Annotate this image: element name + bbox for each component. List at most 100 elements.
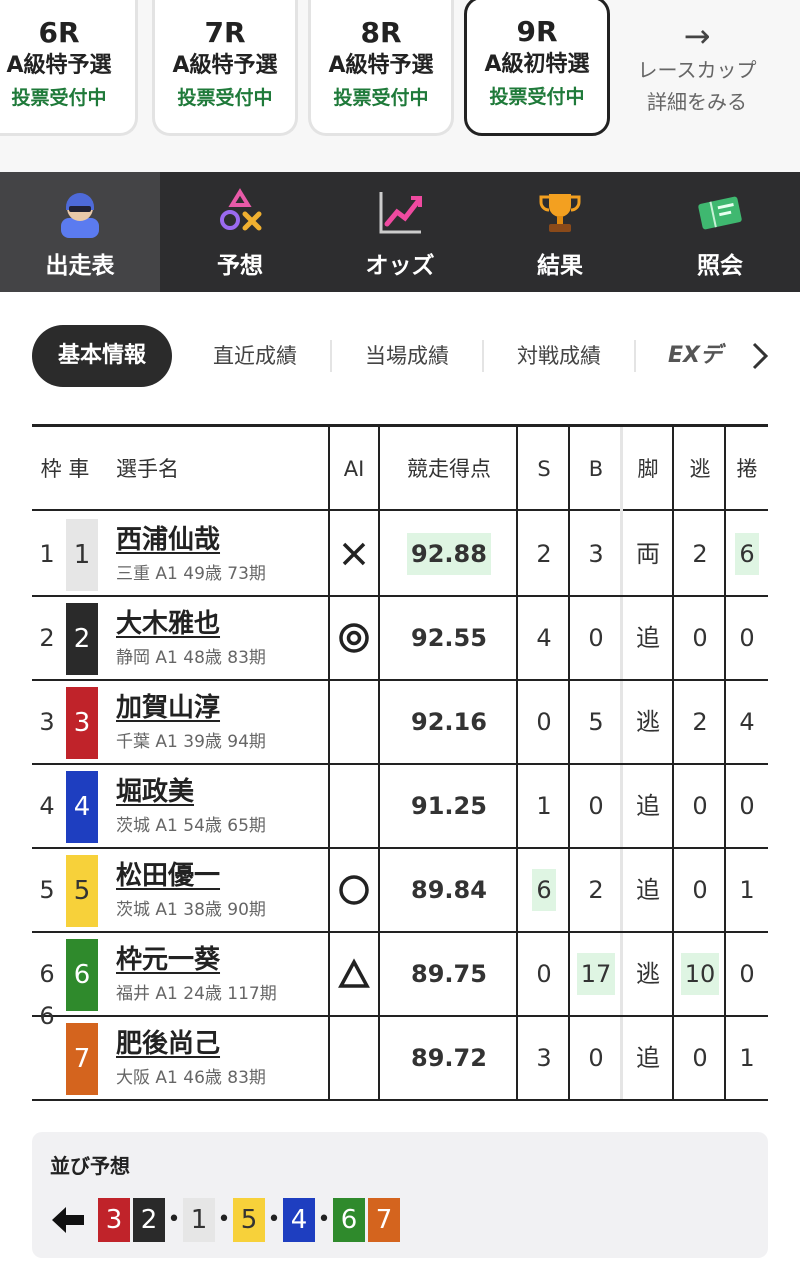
nige-count: 10 bbox=[674, 933, 726, 1015]
makuri-count: 6 bbox=[726, 513, 768, 595]
line-separator-dot: • bbox=[267, 1207, 281, 1232]
line-car-badge: 6 bbox=[333, 1198, 365, 1242]
header-score: 競走得点 bbox=[407, 457, 491, 481]
divider bbox=[330, 340, 332, 372]
score-value: 89.75 bbox=[411, 960, 487, 988]
kyaku-value: 追 bbox=[636, 876, 660, 904]
b-value: 0 bbox=[588, 624, 604, 652]
race-class: A級初特選 bbox=[484, 52, 590, 77]
race-status: 投票受付中 bbox=[489, 86, 585, 108]
header-b: B bbox=[588, 457, 604, 481]
kyaku-value: 逃 bbox=[636, 708, 660, 736]
makuri-value: 0 bbox=[739, 960, 755, 988]
makuri-value: 0 bbox=[739, 624, 755, 652]
chevron-right-icon[interactable] bbox=[750, 340, 770, 372]
race-score: 92.16 bbox=[380, 681, 518, 763]
nav-odds[interactable]: オッズ bbox=[320, 172, 480, 292]
table-row: 5 5 松田優一 茨城 A1 38歳 90期 89.84 6 2 追 0 1 bbox=[32, 849, 768, 933]
racer-name-link[interactable]: 枠元一葵 bbox=[116, 943, 220, 977]
highlight: 6 bbox=[735, 533, 759, 575]
racer-name-link[interactable]: 西浦仙哉 bbox=[116, 523, 220, 557]
nav-label: 出走表 bbox=[45, 253, 115, 279]
divider bbox=[634, 340, 636, 372]
race-tab-6r[interactable]: 6R A級特予選 投票受付中 bbox=[0, 0, 138, 136]
nav-inquiry[interactable]: 照会 bbox=[640, 172, 800, 292]
nav-entry-table[interactable]: 出走表 bbox=[0, 172, 160, 292]
race-status: 投票受付中 bbox=[333, 87, 429, 109]
s-count: 2 bbox=[518, 513, 570, 595]
s-count: 1 bbox=[518, 765, 570, 847]
racer-name-link[interactable]: 肥後尚己 bbox=[116, 1027, 220, 1061]
kyaku-value: 逃 bbox=[636, 960, 660, 988]
race-tab-7r[interactable]: 7R A級特予選 投票受付中 bbox=[152, 0, 298, 136]
nav-results[interactable]: 結果 bbox=[480, 172, 640, 292]
race-tab-8r[interactable]: 8R A級特予選 投票受付中 bbox=[308, 0, 454, 136]
nav-prediction[interactable]: 予想 bbox=[160, 172, 320, 292]
car-number-badge: 2 bbox=[66, 603, 98, 675]
waku-number: 2 bbox=[39, 624, 55, 652]
subtab-ex-data[interactable]: EXデ bbox=[668, 325, 748, 387]
makuri-count: 1 bbox=[726, 1017, 768, 1099]
s-count: 0 bbox=[518, 681, 570, 763]
b-count: 0 bbox=[570, 597, 622, 679]
nav-label: 結果 bbox=[537, 253, 583, 279]
riding-style: 両 bbox=[622, 513, 674, 595]
racer-name-link[interactable]: 大木雅也 bbox=[116, 607, 220, 641]
riding-style: 逃 bbox=[622, 933, 674, 1015]
b-count: 0 bbox=[570, 765, 622, 847]
riding-style: 追 bbox=[622, 1017, 674, 1099]
car-number-badge: 1 bbox=[66, 519, 98, 591]
header-nige: 逃 bbox=[689, 457, 711, 481]
cup-link-line1: レースカップ bbox=[637, 58, 757, 82]
score-value: 92.16 bbox=[411, 708, 487, 736]
rider-helmet-icon bbox=[61, 193, 99, 238]
b-value: 0 bbox=[588, 1044, 604, 1072]
b-count: 3 bbox=[570, 513, 622, 595]
score-value: 91.25 bbox=[411, 792, 487, 820]
score-value: 92.55 bbox=[411, 624, 487, 652]
cup-link-line2: 詳細をみる bbox=[647, 90, 747, 114]
makuri-count: 4 bbox=[726, 681, 768, 763]
subtab-head-to-head[interactable]: 対戦成績 bbox=[496, 325, 622, 387]
header-ai: AI bbox=[343, 457, 365, 481]
makuri-count: 1 bbox=[726, 849, 768, 931]
s-count: 3 bbox=[518, 1017, 570, 1099]
riding-style: 追 bbox=[622, 597, 674, 679]
racer-name-link[interactable]: 加賀山淳 bbox=[116, 691, 220, 725]
line-car-badge: 3 bbox=[98, 1198, 130, 1242]
line-car-badge: 2 bbox=[133, 1198, 165, 1242]
race-number: 9R bbox=[516, 15, 558, 48]
line-prediction-title: 並び予想 bbox=[50, 1154, 130, 1178]
header-makuri: 捲 bbox=[736, 457, 758, 481]
line-separator-dot: • bbox=[167, 1207, 181, 1232]
racer-profile: 静岡 A1 48歳 83期 bbox=[116, 648, 266, 668]
nige-value: 0 bbox=[692, 1044, 708, 1072]
header-waku-sha: 枠 車 bbox=[40, 457, 90, 481]
subtab-basic-info[interactable]: 基本情報 bbox=[32, 325, 172, 387]
nav-label: 照会 bbox=[697, 253, 743, 279]
race-status: 投票受付中 bbox=[11, 87, 107, 109]
racer-name-link[interactable]: 松田優一 bbox=[116, 859, 220, 893]
header-name: 選手名 bbox=[116, 457, 179, 481]
race-class: A級特予選 bbox=[172, 53, 278, 78]
table-row: 1 1 西浦仙哉 三重 A1 49歳 73期 92.88 2 3 両 2 6 bbox=[32, 513, 768, 597]
race-number: 6R bbox=[38, 16, 80, 49]
highlight: 92.88 bbox=[407, 533, 491, 575]
s-value: 4 bbox=[536, 624, 552, 652]
makuri-count: 0 bbox=[726, 597, 768, 679]
car-number-badge: 3 bbox=[66, 687, 98, 759]
racer-name-link[interactable]: 堀政美 bbox=[116, 775, 194, 809]
nige-count: 0 bbox=[674, 1017, 726, 1099]
race-tab-9r[interactable]: 9R A級初特選 投票受付中 bbox=[464, 0, 610, 136]
nige-value: 2 bbox=[692, 540, 708, 568]
subtab-recent-results[interactable]: 直近成績 bbox=[192, 325, 318, 387]
racer-profile: 茨城 A1 54歳 65期 bbox=[116, 816, 266, 836]
riding-style: 追 bbox=[622, 765, 674, 847]
subtab-venue-results[interactable]: 当場成績 bbox=[344, 325, 470, 387]
divider bbox=[482, 340, 484, 372]
race-score: 91.25 bbox=[380, 765, 518, 847]
race-cup-detail-link[interactable]: → レースカップ 詳細をみる bbox=[622, 18, 772, 118]
header-s: S bbox=[537, 457, 551, 481]
racer-profile: 福井 A1 24歳 117期 bbox=[116, 984, 277, 1004]
race-class: A級特予選 bbox=[328, 53, 434, 78]
